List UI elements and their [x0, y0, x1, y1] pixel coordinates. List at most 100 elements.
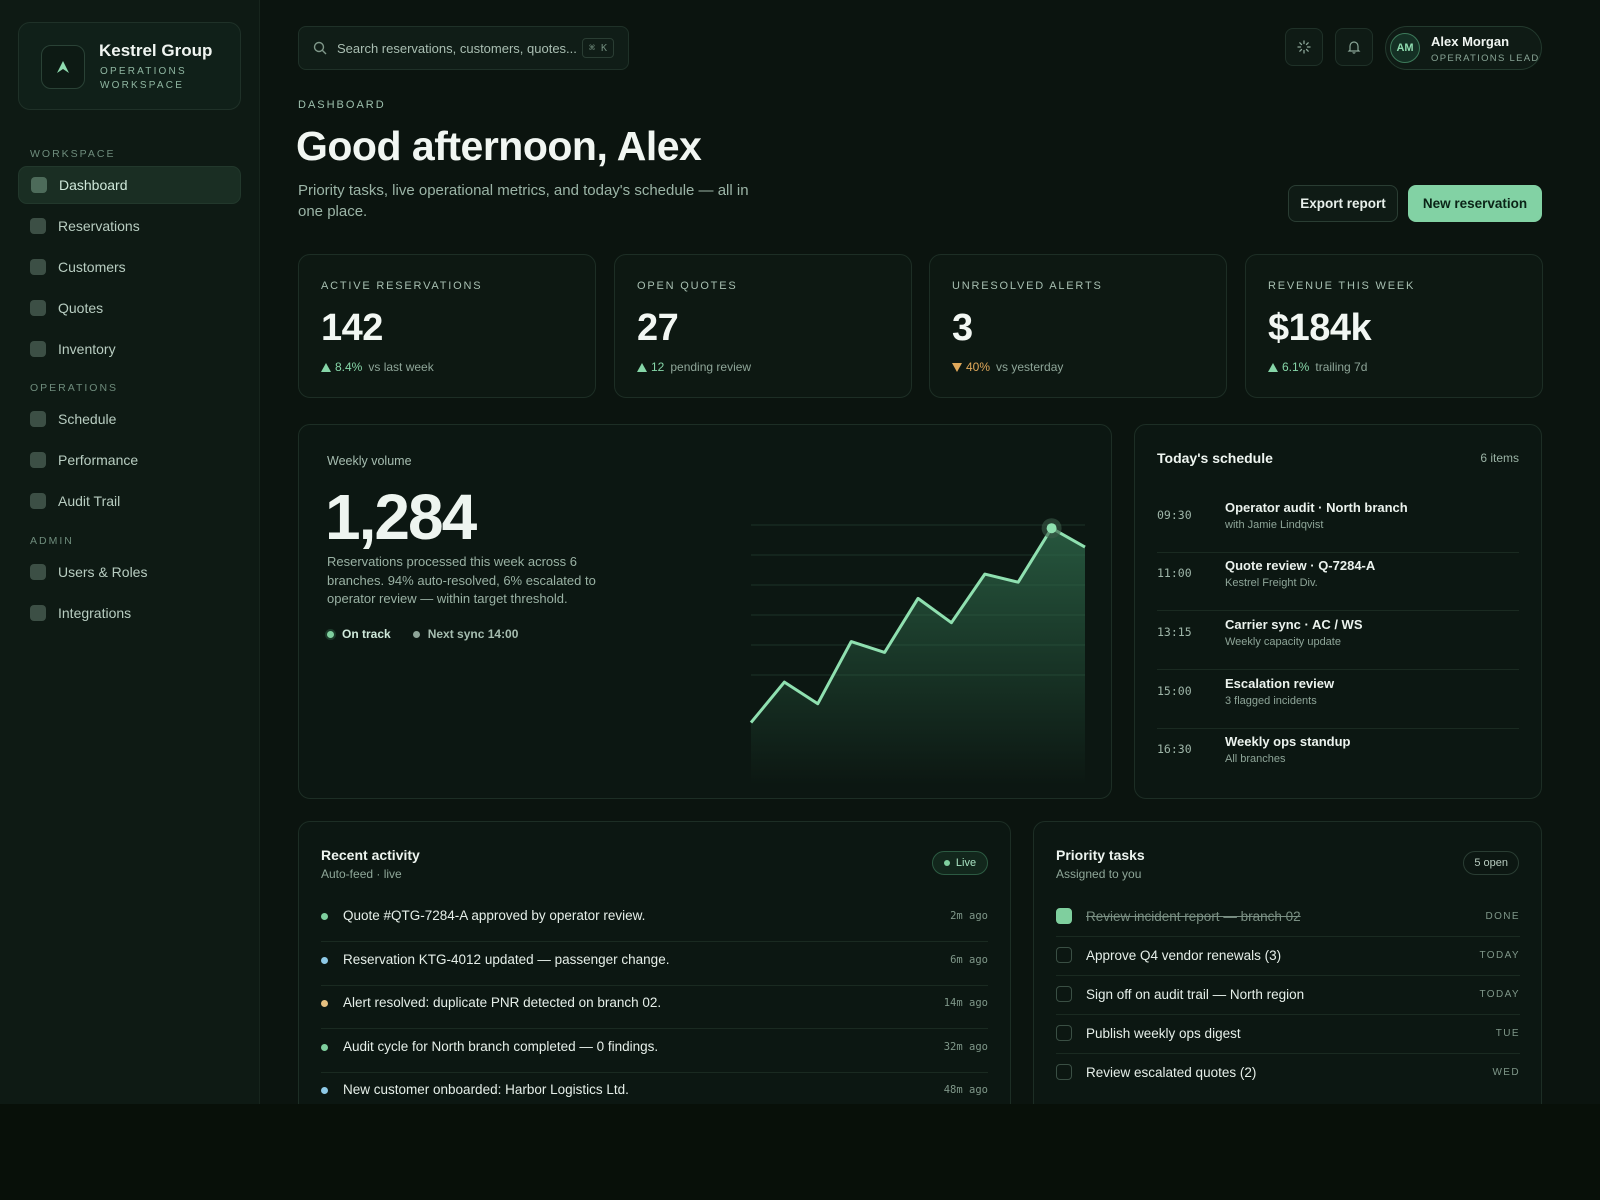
task-item[interactable]: Review incident report — branch 02 DONE: [1056, 898, 1520, 937]
task-checkbox[interactable]: [1056, 947, 1072, 963]
tasks-subtitle: Assigned to you: [1056, 867, 1142, 881]
volume-label: Weekly volume: [327, 454, 412, 468]
activity-subtitle: Auto-feed · live: [321, 867, 402, 881]
activity-dot-icon: [321, 957, 328, 964]
task-text: Review escalated quotes (2): [1086, 1065, 1257, 1080]
user-name: Alex Morgan: [1431, 34, 1510, 49]
schedule-item[interactable]: 11:00 Quote review · Q-7284-A Kestrel Fr…: [1157, 553, 1519, 611]
activity-text: Audit cycle for North branch completed —…: [343, 1039, 659, 1054]
task-item[interactable]: Sign off on audit trail — North region T…: [1056, 976, 1520, 1015]
task-checkbox[interactable]: [1056, 986, 1072, 1002]
search-input[interactable]: Search reservations, customers, quotes..…: [298, 26, 629, 70]
task-due: WED: [1492, 1067, 1520, 1078]
sidebar-item-audit-trail[interactable]: Audit Trail: [18, 482, 241, 520]
task-text: Publish weekly ops digest: [1086, 1026, 1241, 1041]
task-item[interactable]: Approve Q4 vendor renewals (3) TODAY: [1056, 937, 1520, 976]
sidebar-item-dashboard[interactable]: Dashboard: [18, 166, 241, 204]
app-window: Kestrel Group OPERATIONS WORKSPACE WORKS…: [0, 0, 1600, 1104]
status-next-sync: Next sync 14:00: [427, 627, 519, 641]
sidebar-item-label: Audit Trail: [58, 493, 121, 509]
sync-dot-icon: [412, 630, 420, 638]
kpi-delta-value: 40%: [966, 360, 991, 374]
task-checkbox[interactable]: [1056, 1064, 1072, 1080]
kpi-card-active-reservations[interactable]: ACTIVE RESERVATIONS 142 8.4% vs last wee…: [298, 254, 596, 398]
sidebar-item-label: Integrations: [58, 605, 132, 621]
volume-value: 1,284: [325, 481, 477, 553]
activity-text: New customer onboarded: Harbor Logistics…: [343, 1082, 629, 1097]
schedule-item-sub: Kestrel Freight Div.: [1225, 577, 1318, 589]
new-reservation-button[interactable]: New reservation: [1408, 185, 1542, 222]
schedule-item[interactable]: 15:00 Escalation review 3 flagged incide…: [1157, 671, 1519, 729]
sidebar-item-inventory[interactable]: Inventory: [18, 330, 241, 368]
task-checkbox[interactable]: [1056, 1025, 1072, 1041]
kpi-delta: 6.1% trailing 7d: [1268, 360, 1367, 374]
task-item[interactable]: Review escalated quotes (2) WED: [1056, 1054, 1520, 1093]
kpi-delta: 40% vs yesterday: [952, 360, 1063, 374]
kpi-card-open-quotes[interactable]: OPEN QUOTES 27 12 pending review: [614, 254, 912, 398]
schedule-item-sub: Weekly capacity update: [1225, 636, 1341, 648]
kpi-card-revenue[interactable]: REVENUE THIS WEEK $184k 6.1% trailing 7d: [1245, 254, 1543, 398]
activity-item[interactable]: Audit cycle for North branch completed —…: [321, 1029, 988, 1073]
activity-item[interactable]: Alert resolved: duplicate PNR detected o…: [321, 985, 988, 1029]
kpi-value: 27: [637, 307, 679, 349]
kpi-delta-note: vs last week: [368, 360, 434, 374]
sidebar-item-label: Dashboard: [59, 177, 128, 193]
brand-card[interactable]: Kestrel Group OPERATIONS WORKSPACE: [18, 22, 241, 110]
schedule-item[interactable]: 13:15 Carrier sync · AC / WS Weekly capa…: [1157, 612, 1519, 670]
user-menu[interactable]: AM Alex Morgan OPERATIONS LEAD: [1385, 26, 1542, 70]
task-checkbox[interactable]: [1056, 908, 1072, 924]
status-on-track: On track: [342, 627, 391, 641]
activity-item[interactable]: New customer onboarded: Harbor Logistics…: [321, 1072, 988, 1104]
spinner-icon: [1297, 40, 1311, 54]
live-badge[interactable]: Live: [932, 851, 988, 875]
export-report-button[interactable]: Export report: [1288, 185, 1398, 222]
reservations-icon: [30, 218, 46, 234]
sidebar-item-users-roles[interactable]: Users & Roles: [18, 553, 241, 591]
schedule-time: 11:00: [1157, 566, 1192, 580]
users-icon: [30, 564, 46, 580]
activity-dot-icon: [321, 1044, 328, 1051]
schedule-time: 15:00: [1157, 684, 1192, 698]
live-dot-icon: [943, 860, 950, 866]
sidebar-item-label: Reservations: [58, 218, 140, 234]
kpi-card-unresolved-alerts[interactable]: UNRESOLVED ALERTS 3 40% vs yesterday: [929, 254, 1227, 398]
sidebar-item-quotes[interactable]: Quotes: [18, 289, 241, 327]
sidebar-item-integrations[interactable]: Integrations: [18, 594, 241, 632]
schedule-item-sub: All branches: [1225, 753, 1286, 765]
page-title: Good afternoon, Alex: [296, 123, 702, 169]
sidebar-item-performance[interactable]: Performance: [18, 441, 241, 479]
sidebar-item-reservations[interactable]: Reservations: [18, 207, 241, 245]
sidebar-item-schedule[interactable]: Schedule: [18, 400, 241, 438]
kpi-delta: 8.4% vs last week: [321, 360, 434, 374]
brand-subtitle: OPERATIONS WORKSPACE: [100, 66, 187, 91]
schedule-count: 6 items: [1480, 451, 1519, 465]
chart-area: [751, 528, 1085, 785]
activity-time: 48m ago: [943, 1084, 988, 1096]
dashboard-icon: [31, 177, 47, 193]
kpi-delta-value: 12: [651, 360, 665, 374]
weekly-volume-card: Weekly volume 1,284 Reservations process…: [298, 424, 1112, 799]
search-placeholder: Search reservations, customers, quotes..…: [337, 40, 577, 56]
schedule-item[interactable]: 09:30 Operator audit · North branch with…: [1157, 495, 1519, 553]
volume-description: Reservations processed this week across …: [327, 554, 596, 606]
activity-item[interactable]: Quote #QTG-7284-A approved by operator r…: [321, 898, 988, 942]
kpi-label: REVENUE THIS WEEK: [1268, 280, 1416, 292]
schedule-item[interactable]: 16:30 Weekly ops standup All branches: [1157, 729, 1519, 787]
notifications-button[interactable]: [1335, 28, 1373, 66]
breadcrumb: DASHBOARD: [298, 99, 386, 111]
performance-icon: [30, 452, 46, 468]
volume-status: On track Next sync 14:00: [327, 627, 518, 641]
kpi-label: UNRESOLVED ALERTS: [952, 280, 1103, 292]
activity-text: Alert resolved: duplicate PNR detected o…: [343, 995, 662, 1010]
status-dot-icon: [327, 630, 334, 638]
schedule-title: Today's schedule: [1157, 450, 1273, 466]
loading-button[interactable]: [1285, 28, 1323, 66]
task-due: TODAY: [1479, 989, 1520, 1000]
activity-item[interactable]: Reservation KTG-4012 updated — passenger…: [321, 942, 988, 986]
sidebar-item-customers[interactable]: Customers: [18, 248, 241, 286]
chart-point[interactable]: [1046, 523, 1057, 534]
schedule-item-sub: 3 flagged incidents: [1225, 695, 1317, 707]
task-item[interactable]: Publish weekly ops digest TUE: [1056, 1015, 1520, 1054]
kpi-delta: 12 pending review: [637, 360, 751, 374]
kpi-label: ACTIVE RESERVATIONS: [321, 280, 483, 292]
